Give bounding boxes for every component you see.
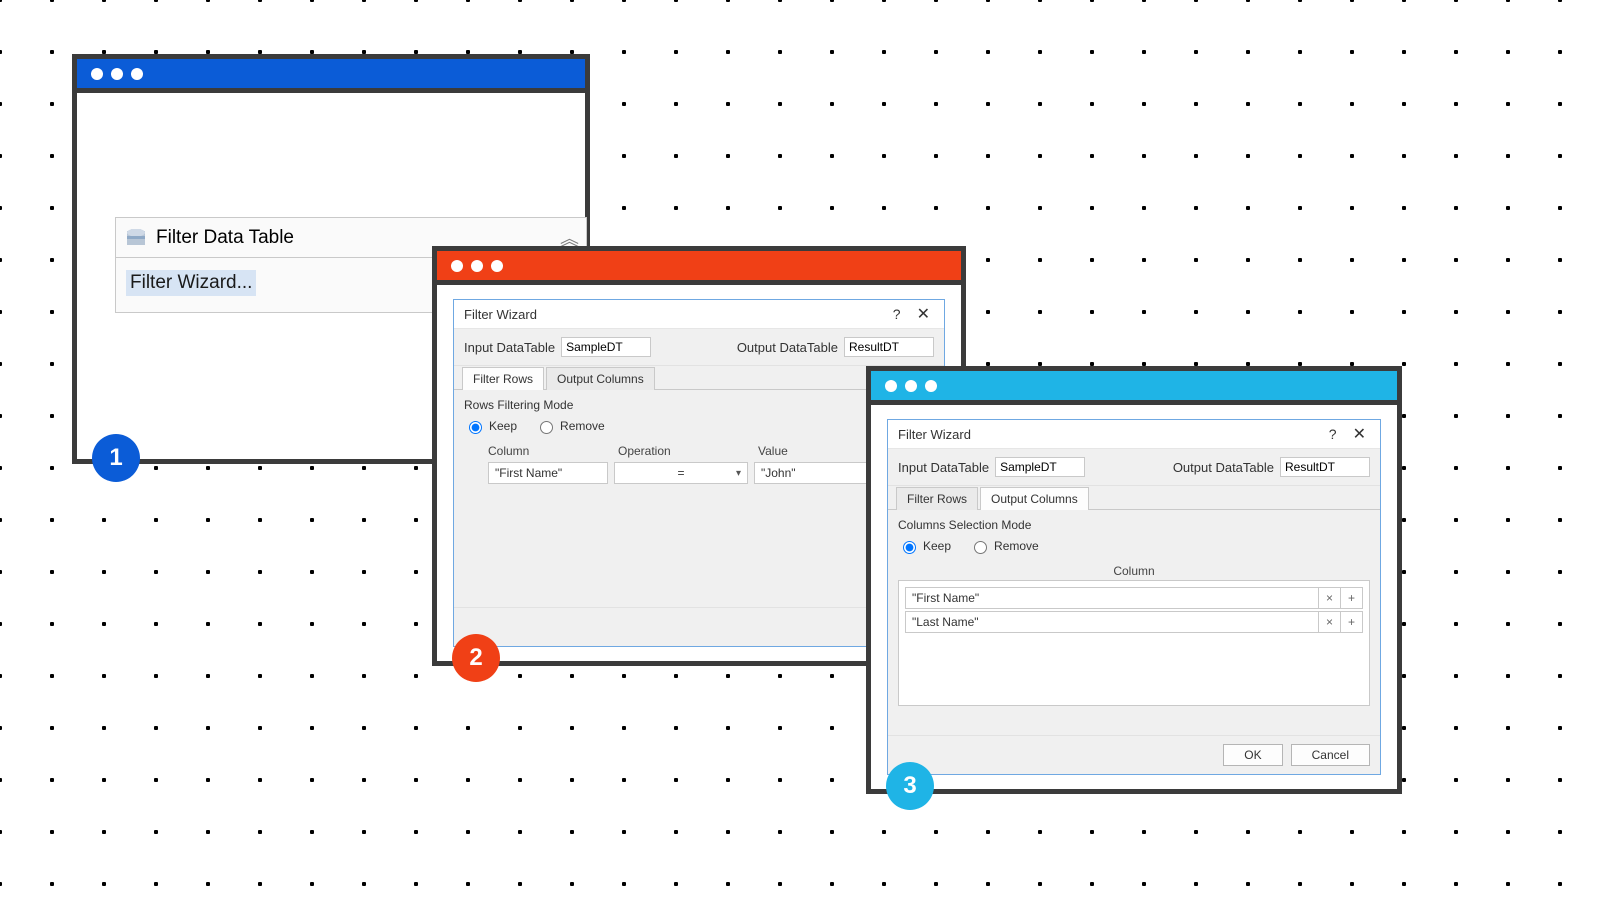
- remove-row-button[interactable]: ×: [1319, 611, 1341, 633]
- keep-radio-label: Keep: [489, 419, 517, 433]
- column-row: "First Name" × +: [905, 587, 1363, 609]
- remove-radio[interactable]: Remove: [969, 538, 1039, 554]
- window-dot-icon: [131, 68, 143, 80]
- dialog-title: Filter Wizard: [464, 307, 537, 322]
- column-cell[interactable]: "Last Name": [905, 611, 1319, 633]
- input-datatable-field[interactable]: [995, 457, 1085, 477]
- window-dot-icon: [905, 380, 917, 392]
- step-badge-3: 3: [886, 762, 934, 810]
- tab-filter-rows[interactable]: Filter Rows: [462, 367, 544, 390]
- close-button[interactable]: ✕: [909, 304, 938, 324]
- step3-window: Filter Wizard ? ✕ Input DataTable Output…: [866, 366, 1402, 794]
- keep-radio-input[interactable]: [469, 421, 482, 434]
- tabs: Filter Rows Output Columns: [888, 486, 1380, 510]
- window-dot-icon: [491, 260, 503, 272]
- columns-list: "First Name" × + "Last Name" × +: [898, 580, 1370, 706]
- cancel-button[interactable]: Cancel: [1291, 744, 1370, 766]
- dialog-titlebar: Filter Wizard ? ✕: [888, 420, 1380, 449]
- add-row-button[interactable]: +: [1341, 611, 1363, 633]
- io-row: Input DataTable Output DataTable: [888, 449, 1380, 486]
- condition-column-cell[interactable]: "First Name": [488, 462, 608, 484]
- remove-radio-label: Remove: [994, 539, 1039, 553]
- tab-filter-rows[interactable]: Filter Rows: [896, 487, 978, 510]
- dialog-footer: OK Cancel: [888, 736, 1380, 774]
- window-dot-icon: [885, 380, 897, 392]
- rows-mode-label: Rows Filtering Mode: [464, 398, 934, 412]
- activity-title: Filter Data Table: [156, 227, 294, 249]
- step-badge-1: 1: [92, 434, 140, 482]
- help-button[interactable]: ?: [1321, 426, 1345, 442]
- column-cell[interactable]: "First Name": [905, 587, 1319, 609]
- condition-row: "First Name" = "John": [464, 462, 934, 484]
- database-icon: [126, 229, 146, 247]
- input-datatable-field[interactable]: [561, 337, 651, 357]
- output-datatable-field[interactable]: [1280, 457, 1370, 477]
- remove-radio-input[interactable]: [974, 541, 987, 554]
- keep-radio-label: Keep: [923, 539, 951, 553]
- window-dot-icon: [451, 260, 463, 272]
- column-row: "Last Name" × +: [905, 611, 1363, 633]
- filter-wizard-dialog: Filter Wizard ? ✕ Input DataTable Output…: [887, 419, 1381, 775]
- output-datatable-label: Output DataTable: [737, 340, 838, 355]
- remove-radio-input[interactable]: [540, 421, 553, 434]
- remove-radio[interactable]: Remove: [535, 418, 605, 434]
- output-columns-panel: Columns Selection Mode Keep Remove Colum…: [888, 510, 1380, 736]
- dialog-title: Filter Wizard: [898, 427, 971, 442]
- step3-titlebar: [871, 371, 1397, 405]
- step1-titlebar: [77, 59, 585, 93]
- keep-radio-input[interactable]: [903, 541, 916, 554]
- window-dot-icon: [111, 68, 123, 80]
- window-dot-icon: [91, 68, 103, 80]
- io-row: Input DataTable Output DataTable: [454, 329, 944, 366]
- hdr-column: Column: [898, 562, 1370, 580]
- tab-output-columns[interactable]: Output Columns: [980, 487, 1089, 510]
- keep-radio[interactable]: Keep: [464, 418, 517, 434]
- filter-wizard-link[interactable]: Filter Wizard...: [126, 270, 256, 296]
- hdr-value: Value: [758, 444, 868, 458]
- add-row-button[interactable]: +: [1341, 587, 1363, 609]
- step-badge-2: 2: [452, 634, 500, 682]
- condition-value-cell[interactable]: "John": [754, 462, 874, 484]
- output-datatable-label: Output DataTable: [1173, 460, 1274, 475]
- window-dot-icon: [471, 260, 483, 272]
- step2-titlebar: [437, 251, 961, 285]
- ok-button[interactable]: OK: [1223, 744, 1282, 766]
- dialog-titlebar: Filter Wizard ? ✕: [454, 300, 944, 329]
- tab-output-columns[interactable]: Output Columns: [546, 367, 655, 390]
- help-button[interactable]: ?: [885, 306, 909, 322]
- remove-radio-label: Remove: [560, 419, 605, 433]
- condition-operation-select[interactable]: =: [614, 462, 748, 484]
- input-datatable-label: Input DataTable: [898, 460, 989, 475]
- rows-grid-header: Column Operation Value: [464, 442, 934, 462]
- close-button[interactable]: ✕: [1345, 424, 1374, 444]
- output-datatable-field[interactable]: [844, 337, 934, 357]
- input-datatable-label: Input DataTable: [464, 340, 555, 355]
- window-dot-icon: [925, 380, 937, 392]
- cols-mode-label: Columns Selection Mode: [898, 518, 1370, 532]
- remove-row-button[interactable]: ×: [1319, 587, 1341, 609]
- hdr-column: Column: [488, 444, 618, 458]
- hdr-operation: Operation: [618, 444, 758, 458]
- keep-radio[interactable]: Keep: [898, 538, 951, 554]
